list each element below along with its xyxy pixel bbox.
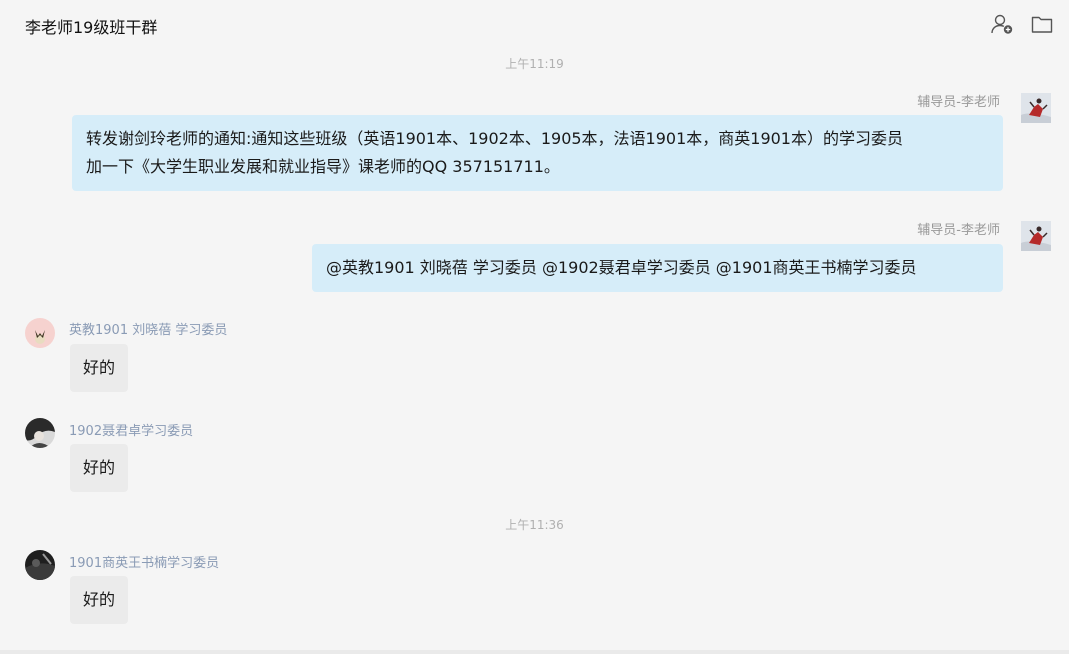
chat-title: 李老师19级班干群 — [25, 18, 158, 37]
sender-name: 辅导员-李老师 — [917, 95, 1000, 110]
avatar-self[interactable] — [1021, 221, 1051, 251]
avatar-english-1901[interactable] — [25, 318, 55, 348]
message-text: 好的 — [83, 590, 116, 609]
folder-icon[interactable] — [1030, 12, 1054, 36]
message-text-line: 转发谢剑玲老师的通知:通知这些班级（英语1901本、1902本、1905本，法语… — [86, 129, 903, 148]
message-bubble[interactable]: 好的 — [70, 444, 129, 492]
message-bubble[interactable]: 转发谢剑玲老师的通知:通知这些班级（英语1901本、1902本、1905本，法语… — [72, 115, 1003, 191]
message-text-line: 加一下《大学生职业发展和就业指导》课老师的QQ 357151711。 — [86, 157, 560, 176]
divider — [0, 650, 1069, 654]
avatar-self[interactable] — [1021, 93, 1051, 123]
message-bubble[interactable]: 好的 — [70, 576, 129, 624]
chat-header: 李老师19级班干群 — [0, 0, 1069, 48]
message-text: 好的 — [83, 358, 116, 377]
message-bubble[interactable]: 好的 — [70, 344, 129, 392]
sender-name: 1901商英王书楠学习委员 — [69, 556, 220, 571]
sender-name: 1902聂君卓学习委员 — [69, 424, 194, 439]
sender-name: 英教1901 刘晓蓓 学习委员 — [69, 323, 228, 338]
avatar-1901-business-english[interactable] — [25, 550, 55, 580]
message-text: 好的 — [83, 458, 116, 477]
add-member-icon[interactable] — [990, 12, 1014, 36]
message-bubble[interactable]: @英教1901 刘晓蓓 学习委员 @1902聂君卓学习委员 @1901商英王书楠… — [312, 244, 1003, 292]
timestamp: 上午11:36 — [505, 518, 564, 532]
avatar-1902[interactable] — [25, 418, 55, 448]
sender-name: 辅导员-李老师 — [917, 223, 1000, 238]
timestamp: 上午11:19 — [505, 57, 564, 71]
message-text: @英教1901 刘晓蓓 学习委员 @1902聂君卓学习委员 @1901商英王书楠… — [326, 258, 917, 277]
